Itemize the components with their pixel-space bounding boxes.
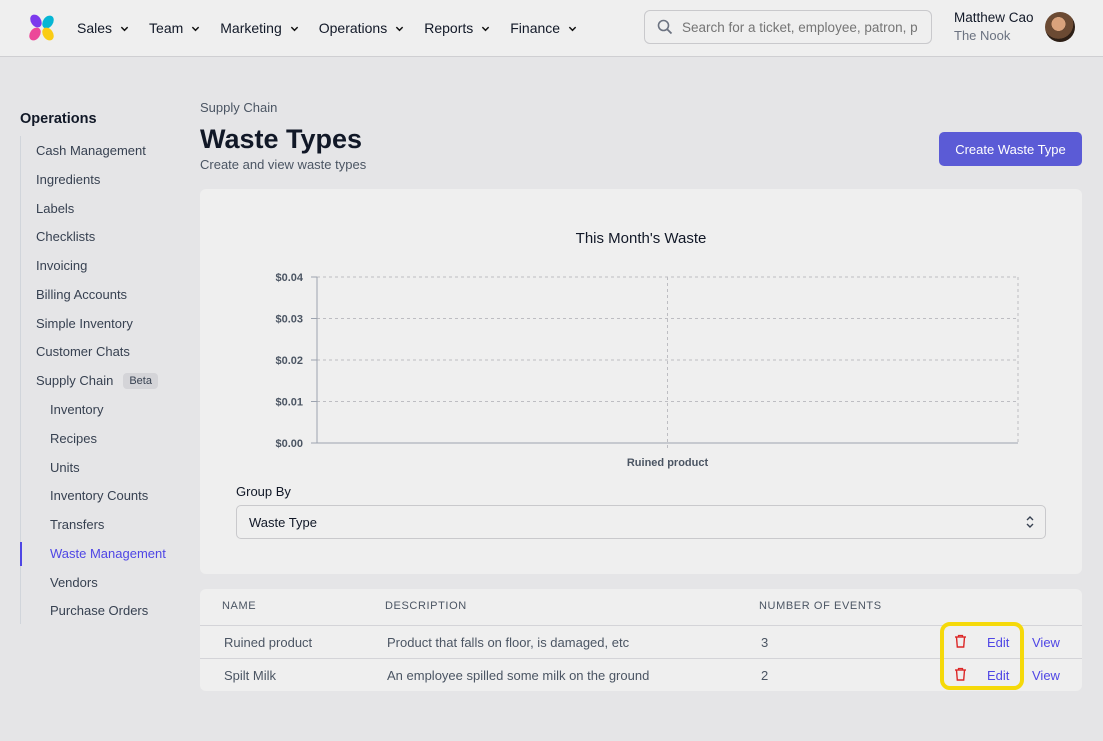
y-tick-label: $0.03: [275, 314, 303, 326]
nav-operations-label: Operations: [318, 20, 388, 36]
avatar[interactable]: [1045, 12, 1075, 42]
sidebar-item-transfers[interactable]: Transfers: [50, 517, 104, 532]
global-search[interactable]: [644, 10, 932, 44]
sidebar-item-customer-chats[interactable]: Customer Chats: [36, 344, 130, 359]
main-nav: Sales Team Marketing Operations Reports …: [77, 0, 597, 56]
chevron-down-icon: [396, 26, 404, 31]
sidebar-item-invoicing[interactable]: Invoicing: [36, 258, 87, 273]
sidebar-item-purchase-orders[interactable]: Purchase Orders: [50, 603, 148, 618]
header-name: NAME: [222, 600, 257, 612]
chevron-up-down-icon: [1026, 516, 1034, 528]
view-link[interactable]: View: [1032, 635, 1060, 650]
chevron-down-icon: [290, 26, 298, 31]
nav-sales-label: Sales: [77, 20, 113, 36]
beta-badge: Beta: [123, 373, 158, 389]
chart-card: This Month's Waste $0.00 $0.01 $0.02 $0.03 $…: [200, 189, 1082, 574]
row-name: Ruined product: [224, 635, 313, 650]
sidebar-item-labels[interactable]: Labels: [36, 201, 74, 216]
sidebar-item-vendors[interactable]: Vendors: [50, 575, 98, 590]
app-logo-icon[interactable]: [26, 12, 58, 44]
sidebar-title: Operations: [20, 111, 97, 127]
y-tick-label: $0.01: [275, 397, 303, 409]
user-org: The Nook: [954, 28, 1011, 43]
chevron-down-icon: [482, 26, 490, 31]
sidebar-item-simple-inventory[interactable]: Simple Inventory: [36, 316, 133, 331]
sidebar-item-units[interactable]: Units: [50, 460, 80, 475]
sidebar-item-billing-accounts[interactable]: Billing Accounts: [36, 287, 127, 302]
user-name: Matthew Cao: [954, 10, 1034, 25]
chevron-down-icon: [568, 26, 577, 31]
waste-chart: $0.00 $0.01 $0.02 $0.03 $0.04 Ruined product: [275, 272, 1019, 469]
chevron-down-icon: [192, 26, 200, 31]
sidebar-item-ingredients[interactable]: Ingredients: [36, 172, 100, 187]
top-navbar: Sales Team Marketing Operations Reports …: [0, 0, 1103, 57]
nav-marketing[interactable]: Marketing: [220, 20, 298, 36]
create-waste-type-button[interactable]: Create Waste Type: [939, 132, 1082, 166]
sidebar-item-waste-management[interactable]: Waste Management: [50, 546, 166, 561]
groupby-value: Waste Type: [249, 514, 317, 530]
nav-finance-label: Finance: [510, 20, 561, 36]
page-subtitle: Create and view waste types: [200, 157, 367, 172]
annotation-highlight-box: [940, 622, 1024, 690]
sidebar-item-checklists[interactable]: Checklists: [36, 229, 95, 244]
sidebar-item-inventory-counts[interactable]: Inventory Counts: [50, 488, 148, 503]
header-events: NUMBER OF EVENTS: [759, 600, 882, 612]
groupby-label: Group By: [236, 484, 291, 499]
active-indicator: [20, 542, 22, 566]
nav-team[interactable]: Team: [149, 20, 200, 36]
sidebar-item-inventory[interactable]: Inventory: [50, 402, 103, 417]
row-description: An employee spilled some milk on the gro…: [387, 668, 650, 683]
breadcrumb[interactable]: Supply Chain: [200, 100, 277, 115]
nav-team-label: Team: [149, 20, 184, 36]
sidebar-nav: Cash Management Ingredients Labels Check…: [20, 136, 190, 624]
y-tick-label: $0.02: [275, 355, 303, 367]
sidebar-item-cash-management[interactable]: Cash Management: [36, 143, 146, 158]
nav-reports[interactable]: Reports: [424, 20, 490, 36]
row-events: 2: [761, 668, 769, 683]
nav-reports-label: Reports: [424, 20, 474, 36]
nav-operations[interactable]: Operations: [319, 20, 404, 36]
sidebar-item-label: Supply Chain: [36, 373, 114, 388]
search-input[interactable]: [682, 19, 922, 35]
nav-finance[interactable]: Finance: [510, 20, 577, 36]
user-menu[interactable]: Matthew Cao The Nook: [954, 10, 1034, 43]
row-name: Spilt Milk: [224, 668, 277, 683]
search-icon: [657, 19, 673, 35]
x-tick-label: Ruined product: [627, 457, 709, 469]
y-tick-label: $0.04: [275, 272, 303, 284]
nav-marketing-label: Marketing: [220, 20, 282, 36]
sidebar-item-supply-chain[interactable]: Supply Chain Beta: [36, 373, 158, 389]
page-title: Waste Types: [200, 124, 363, 154]
row-events: 3: [761, 635, 769, 650]
sidebar-item-recipes[interactable]: Recipes: [50, 431, 97, 446]
y-tick-label: $0.00: [275, 438, 303, 450]
row-description: Product that falls on floor, is damaged,…: [387, 635, 630, 650]
groupby-select[interactable]: Waste Type: [236, 505, 1046, 539]
chevron-down-icon: [120, 26, 129, 31]
view-link[interactable]: View: [1032, 668, 1060, 683]
header-description: DESCRIPTION: [385, 600, 467, 612]
nav-sales[interactable]: Sales: [77, 20, 129, 36]
